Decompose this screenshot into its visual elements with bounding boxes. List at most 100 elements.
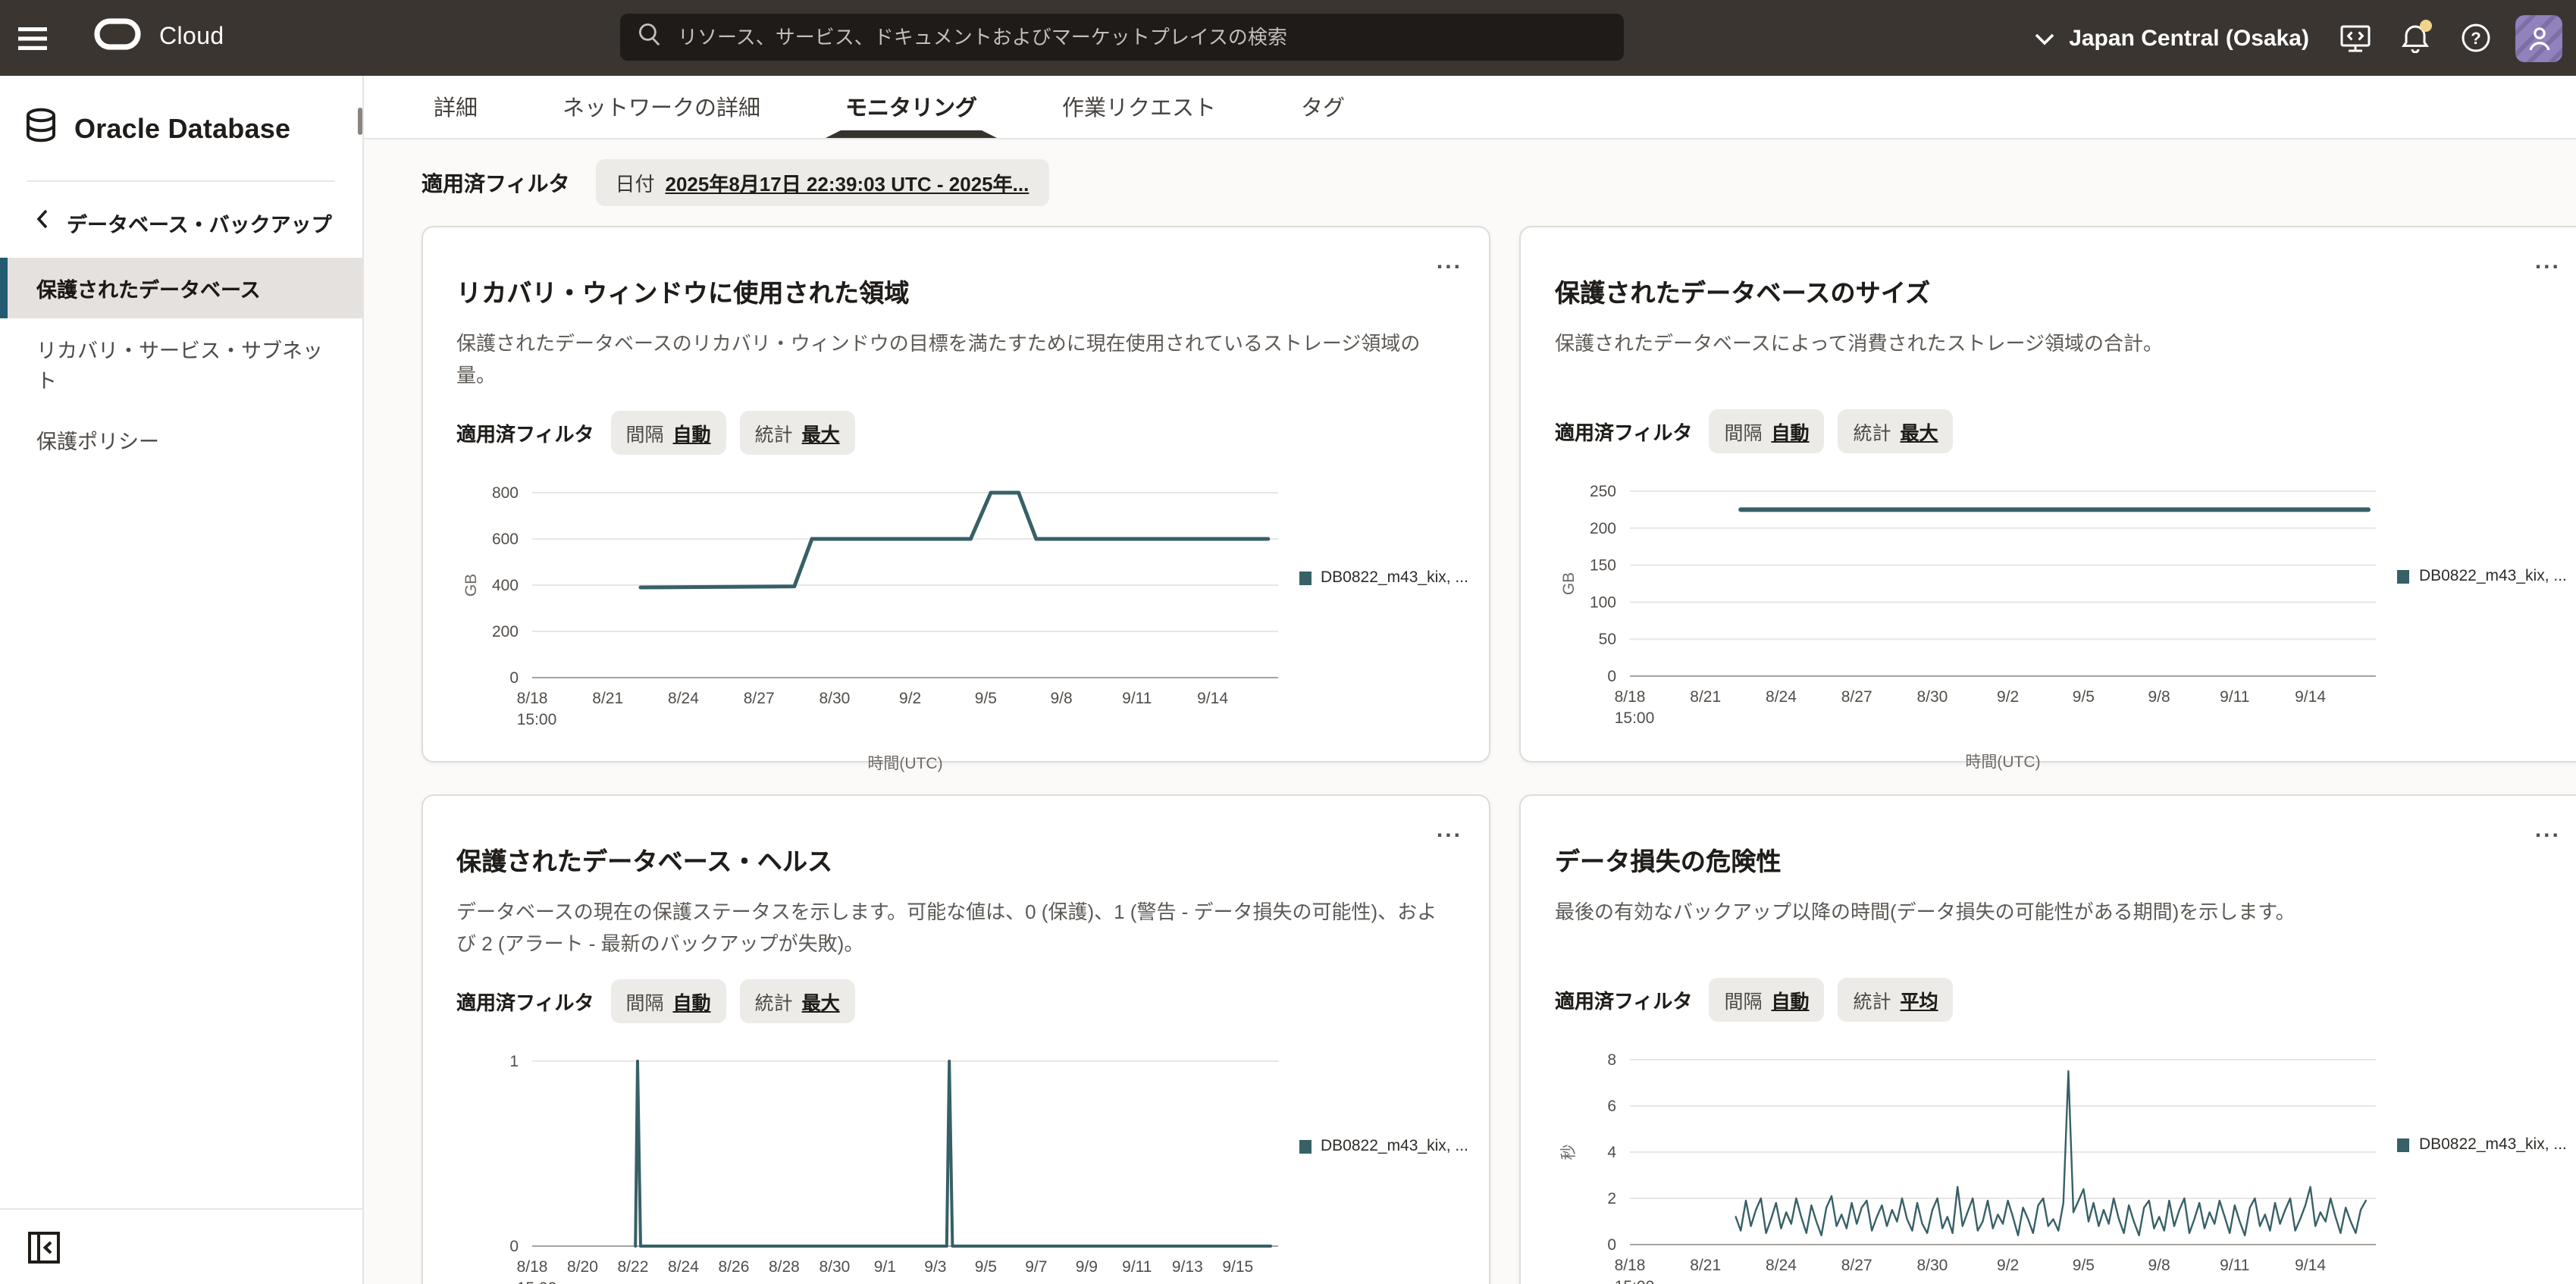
chart-area: 0200400600800GB8/1815:008/218/248/278/30… [456,474,1468,774]
statistic-filter-pill[interactable]: 統計 最大 [740,979,855,1023]
svg-text:GB: GB [462,573,480,596]
svg-text:時間(UTC): 時間(UTC) [1966,754,2041,772]
svg-text:9/5: 9/5 [2073,1257,2095,1275]
legend-item[interactable]: DB0822_m43_kix, ... [1299,1136,1468,1284]
header-actions: Japan Central (Osaka) ? [2019,0,2576,76]
svg-text:6: 6 [1608,1098,1617,1116]
oracle-cloud-brand[interactable]: Cloud [94,18,224,58]
svg-text:200: 200 [1590,521,1617,538]
card-title: リカバリ・ウィンドウに使用された領域 [456,272,1468,308]
svg-text:0: 0 [509,1237,519,1254]
svg-text:8/26: 8/26 [719,1257,750,1275]
date-filter-chip-value[interactable]: 2025年8月17日 22:39:03 UTC - 2025年... [666,168,1029,197]
line-chart-protected-database-health: 018/1815:008/208/228/248/268/288/309/19/… [456,1042,1290,1284]
tab-monitoring[interactable]: モニタリング [845,76,977,138]
card-actions-menu-icon[interactable]: ... [1427,243,1471,280]
svg-text:0: 0 [1608,1237,1617,1254]
svg-text:?: ? [2471,29,2480,48]
sidebar-item-recovery-service-subnets[interactable]: リカバリ・サービス・サブネット [0,318,362,409]
date-filter-chip[interactable]: 日付 2025年8月17日 22:39:03 UTC - 2025年... [595,159,1048,206]
svg-text:秒: 秒 [1561,1145,1578,1160]
svg-text:8/21: 8/21 [592,689,623,706]
svg-text:2: 2 [1608,1191,1617,1208]
card-actions-menu-icon[interactable]: ... [2526,811,2570,849]
card-description: 保護されたデータベースのリカバリ・ウィンドウの目標を満たすために現在使用されてい… [456,330,1468,391]
search-input[interactable] [675,24,1606,50]
svg-text:8/21: 8/21 [1691,689,1722,706]
chart-card-grid: リカバリ・ウィンドウに使用された領域 ... 保護されたデータベースのリカバリ・… [421,226,2537,1284]
interval-filter-pill[interactable]: 間隔 自動 [611,410,726,454]
svg-text:200: 200 [492,622,519,640]
statistic-filter-pill[interactable]: 統計 平均 [1838,979,1954,1023]
svg-text:15:00: 15:00 [1615,1279,1656,1284]
notifications-bell-icon[interactable] [2385,0,2446,76]
svg-text:8/27: 8/27 [744,689,775,706]
notification-dot [2420,20,2432,32]
legend-swatch [1299,571,1312,584]
tab-network-details[interactable]: ネットワークの詳細 [563,76,760,138]
svg-text:8/27: 8/27 [1842,1257,1873,1275]
svg-text:15:00: 15:00 [517,1279,557,1284]
card-actions-menu-icon[interactable]: ... [1427,811,1471,849]
interval-filter-pill[interactable]: 間隔 自動 [1709,979,1824,1023]
svg-text:8/30: 8/30 [1917,1257,1948,1275]
sidebar-back-link[interactable]: データベース・バックアップ [0,182,362,258]
legend-item[interactable]: DB0822_m43_kix, ... [2398,1136,2567,1284]
sidebar-scrollbar[interactable] [358,108,362,135]
brand-label: Cloud [159,24,224,52]
sidebar-title-row: Oracle Database [0,76,362,180]
user-avatar[interactable] [2515,14,2562,61]
card-title: 保護されたデータベースのサイズ [1555,272,2567,308]
svg-text:8/24: 8/24 [668,689,699,706]
global-search[interactable] [620,14,1624,61]
svg-text:8/24: 8/24 [1766,1257,1797,1275]
sidebar-nav: 保護されたデータベース リカバリ・サービス・サブネット 保護ポリシー [0,258,362,470]
svg-text:8/24: 8/24 [668,1257,699,1275]
svg-text:9/7: 9/7 [1025,1257,1047,1275]
svg-text:400: 400 [492,576,519,593]
main-content: 詳細 ネットワークの詳細 モニタリング 作業リクエスト タグ 適用済フィルタ 日… [364,76,2576,1284]
svg-text:9/14: 9/14 [2296,1257,2327,1275]
svg-text:9/3: 9/3 [924,1257,946,1275]
card-filters-row: 適用済フィルタ 間隔 自動 統計 最大 [456,979,1468,1023]
statistic-filter-pill[interactable]: 統計 最大 [1838,410,1954,454]
chart-area: 018/1815:008/208/228/248/268/288/309/19/… [456,1042,1468,1284]
database-icon [24,108,58,152]
svg-text:8/18: 8/18 [517,1257,548,1275]
tab-work-requests[interactable]: 作業リクエスト [1062,76,1216,138]
svg-text:9/11: 9/11 [1122,1257,1152,1275]
tab-tags[interactable]: タグ [1301,76,1345,138]
svg-text:600: 600 [492,530,519,547]
region-selector[interactable]: Japan Central (Osaka) [2019,25,2324,51]
legend-item[interactable]: DB0822_m43_kix, ... [2398,568,2567,774]
collapse-sidebar-icon[interactable] [27,1231,61,1264]
legend-swatch [1299,1139,1312,1153]
statistic-filter-pill[interactable]: 統計 最大 [740,410,855,454]
svg-text:9/5: 9/5 [975,1257,997,1275]
developer-tools-icon[interactable] [2324,0,2385,76]
card-recovery-window-space: リカバリ・ウィンドウに使用された領域 ... 保護されたデータベースのリカバリ・… [421,226,1491,763]
chevron-left-icon [36,209,49,236]
svg-text:9/2: 9/2 [1998,689,2020,706]
card-actions-menu-icon[interactable]: ... [2526,243,2570,280]
legend-item[interactable]: DB0822_m43_kix, ... [1299,568,1468,774]
hamburger-menu-icon[interactable] [3,0,61,76]
svg-text:9/13: 9/13 [1172,1257,1203,1275]
sidebar-back-label: データベース・バックアップ [67,208,332,238]
svg-text:9/9: 9/9 [1076,1257,1098,1275]
legend-swatch [2398,1139,2410,1153]
svg-text:9/5: 9/5 [975,689,997,706]
svg-text:9/14: 9/14 [2296,689,2327,706]
interval-filter-pill[interactable]: 間隔 自動 [611,979,726,1023]
sidebar-item-protection-policies[interactable]: 保護ポリシー [0,409,362,470]
card-filters-label: 適用済フィルタ [456,986,594,1015]
oracle-logo-icon [94,18,141,58]
svg-text:9/14: 9/14 [1197,689,1228,706]
svg-text:8/24: 8/24 [1766,689,1797,706]
interval-filter-pill[interactable]: 間隔 自動 [1709,410,1824,454]
svg-text:15:00: 15:00 [517,710,557,728]
svg-text:8/18: 8/18 [517,689,548,706]
sidebar-item-protected-databases[interactable]: 保護されたデータベース [0,258,362,318]
tab-details[interactable]: 詳細 [434,76,478,138]
help-icon[interactable]: ? [2446,0,2506,76]
